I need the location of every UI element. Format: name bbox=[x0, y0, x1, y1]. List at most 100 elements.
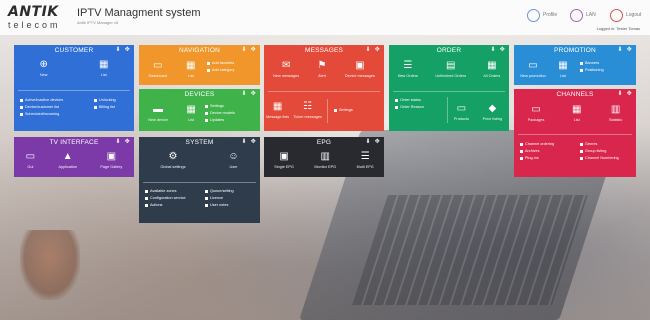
tile-controls[interactable]: ⬇ ✥ bbox=[112, 45, 130, 56]
link[interactable]: Archives bbox=[520, 148, 554, 155]
settings-icon[interactable]: ✥ bbox=[125, 139, 130, 145]
pin-icon[interactable]: ⬇ bbox=[491, 47, 496, 53]
epg-monitor-button[interactable]: ▥ Monitor EPG bbox=[314, 151, 336, 169]
settings-icon[interactable]: ✥ bbox=[251, 139, 256, 145]
link[interactable]: Available zones bbox=[145, 188, 186, 195]
messages-new-button[interactable]: ✉ New messages bbox=[273, 60, 299, 78]
pin-icon[interactable]: ⬇ bbox=[366, 139, 371, 145]
tile-controls[interactable]: ⬇ ✥ bbox=[238, 89, 256, 100]
pin-icon[interactable]: ⬇ bbox=[242, 47, 247, 53]
tv-gui-button[interactable]: ▭ Gui bbox=[26, 151, 35, 169]
link[interactable]: Device/customer list bbox=[20, 104, 63, 111]
system-user-button[interactable]: ☺ User bbox=[228, 151, 238, 169]
link[interactable]: Updates bbox=[205, 117, 235, 124]
navigation-dashboard-button[interactable]: ▭ Dashboard bbox=[148, 60, 167, 78]
navigation-list-button[interactable]: ▦ List bbox=[186, 60, 195, 78]
tile-controls[interactable]: ⬇ ✥ bbox=[238, 137, 256, 148]
tile-title: DEVICES bbox=[184, 91, 215, 98]
tile-controls[interactable]: ⬇ ✥ bbox=[614, 89, 632, 100]
system-global-settings-button[interactable]: ⚙ Global settings bbox=[160, 151, 185, 169]
devices-list-button[interactable]: ▦ List bbox=[186, 104, 195, 122]
link[interactable]: Channel Numbering bbox=[580, 155, 619, 162]
tile-order: ORDER ⬇ ✥ ☰ New Orders ▤ Unfinished Orders … bbox=[389, 45, 509, 131]
antik-logo[interactable]: ANTIK telecom bbox=[8, 5, 70, 31]
pin-icon[interactable]: ⬇ bbox=[242, 91, 247, 97]
settings-icon[interactable]: ✥ bbox=[251, 91, 256, 97]
order-new-button[interactable]: ☰ New Orders bbox=[398, 60, 418, 78]
pin-icon[interactable]: ⬇ bbox=[618, 91, 623, 97]
promotion-new-button[interactable]: ▭ New promotion bbox=[520, 60, 546, 78]
settings-icon[interactable]: ✥ bbox=[627, 47, 632, 53]
link[interactable]: Genres bbox=[580, 141, 619, 148]
link[interactable]: Device models bbox=[205, 110, 235, 117]
link[interactable]: Plug-ins bbox=[520, 155, 554, 162]
link[interactable]: Channel ordering bbox=[520, 141, 554, 148]
link[interactable]: Positioning bbox=[580, 67, 604, 74]
logout-button[interactable]: Logout bbox=[610, 8, 641, 22]
link[interactable]: Settings bbox=[334, 107, 353, 114]
tile-controls[interactable]: ⬇ ✥ bbox=[362, 137, 380, 148]
tile-controls[interactable]: ⬇ ✥ bbox=[614, 45, 632, 56]
channels-packages-button[interactable]: ▭ Packages bbox=[528, 104, 545, 122]
link[interactable]: Billing list bbox=[94, 104, 116, 111]
order-products-button[interactable]: ▭ Products bbox=[454, 103, 469, 121]
link[interactable]: Unlocking bbox=[94, 97, 116, 104]
link[interactable]: Actions bbox=[145, 202, 186, 209]
order-pricelist-button[interactable]: ◆ Price listing bbox=[483, 103, 502, 121]
tile-header: CHANNELS ⬇ ✥ bbox=[514, 89, 636, 100]
settings-icon[interactable]: ✥ bbox=[500, 47, 505, 53]
settings-icon[interactable]: ✥ bbox=[125, 47, 130, 53]
lan-button[interactable]: LAN bbox=[570, 8, 596, 22]
pin-icon[interactable]: ⬇ bbox=[116, 47, 121, 53]
promotion-list-button[interactable]: ▦ List bbox=[558, 60, 567, 78]
messages-ticker-button[interactable]: ☷ Ticker messages bbox=[293, 101, 322, 119]
pin-icon[interactable]: ⬇ bbox=[116, 139, 121, 145]
link[interactable]: Licence bbox=[205, 195, 234, 202]
link[interactable]: Banners bbox=[580, 60, 604, 67]
link[interactable]: Queue/setting bbox=[205, 188, 234, 195]
settings-icon[interactable]: ✥ bbox=[627, 91, 632, 97]
profile-button[interactable]: Profile bbox=[527, 8, 557, 22]
channels-statistic-button[interactable]: ▥ Statistic bbox=[609, 104, 622, 122]
tv-page-gallery-button[interactable]: ▣ Page Gallery bbox=[100, 151, 122, 169]
link[interactable]: Group listing bbox=[580, 148, 619, 155]
tile-items: ☰ New Orders ▤ Unfinished Orders ▦ All Orde… bbox=[389, 60, 509, 78]
settings-icon[interactable]: ✥ bbox=[375, 139, 380, 145]
pin-icon[interactable]: ⬇ bbox=[242, 139, 247, 145]
item-label: New promotion bbox=[520, 74, 546, 78]
link[interactable]: Configuration service bbox=[145, 195, 186, 202]
link[interactable]: Order status bbox=[395, 97, 424, 104]
pin-icon[interactable]: ⬇ bbox=[366, 47, 371, 53]
pin-icon[interactable]: ⬇ bbox=[618, 47, 623, 53]
link[interactable]: User notes bbox=[205, 202, 234, 209]
list-icon: ☰ bbox=[403, 60, 413, 71]
tile-controls[interactable]: ⬇ ✥ bbox=[238, 45, 256, 56]
link[interactable]: Scheduled/incoming bbox=[20, 111, 63, 118]
settings-icon[interactable]: ✥ bbox=[375, 47, 380, 53]
link[interactable]: Settings bbox=[205, 103, 235, 110]
messages-device-button[interactable]: ▣ Device messages bbox=[345, 60, 375, 78]
order-all-button[interactable]: ▦ All Orders bbox=[483, 60, 500, 78]
tv-application-button[interactable]: ▲ Application bbox=[58, 151, 77, 169]
settings-icon[interactable]: ✥ bbox=[251, 47, 256, 53]
tile-controls[interactable]: ⬇ ✥ bbox=[112, 137, 130, 148]
link[interactable]: Active/inactive devices bbox=[20, 97, 63, 104]
customer-list-button[interactable]: ▦ List bbox=[99, 59, 108, 77]
devices-new-button[interactable]: ▬ New device bbox=[148, 104, 168, 122]
customer-links-2: Unlocking Billing list bbox=[94, 97, 116, 111]
tile-header: MESSAGES ⬇ ✥ bbox=[264, 45, 384, 56]
link[interactable]: Add category bbox=[207, 67, 234, 74]
link[interactable]: Order Reason bbox=[395, 104, 424, 111]
epg-single-button[interactable]: ▣ Single EPG bbox=[274, 151, 294, 169]
tile-controls[interactable]: ⬇ ✥ bbox=[487, 45, 505, 56]
customer-new-button[interactable]: ⊕ New bbox=[40, 59, 48, 77]
channels-list-button[interactable]: ▦ List bbox=[572, 104, 581, 122]
epg-multi-button[interactable]: ☰ Multi EPG bbox=[357, 151, 374, 169]
tile-controls[interactable]: ⬇ ✥ bbox=[362, 45, 380, 56]
messages-alert-button[interactable]: ⚑ Alert bbox=[318, 60, 327, 78]
messages-list-button[interactable]: ▦ Message lists bbox=[266, 101, 289, 119]
grid-icon: ▦ bbox=[186, 104, 196, 115]
tile-header: EPG ⬇ ✥ bbox=[264, 137, 384, 148]
order-unfinished-button[interactable]: ▤ Unfinished Orders bbox=[435, 60, 466, 78]
link[interactable]: Add favorites bbox=[207, 60, 234, 67]
